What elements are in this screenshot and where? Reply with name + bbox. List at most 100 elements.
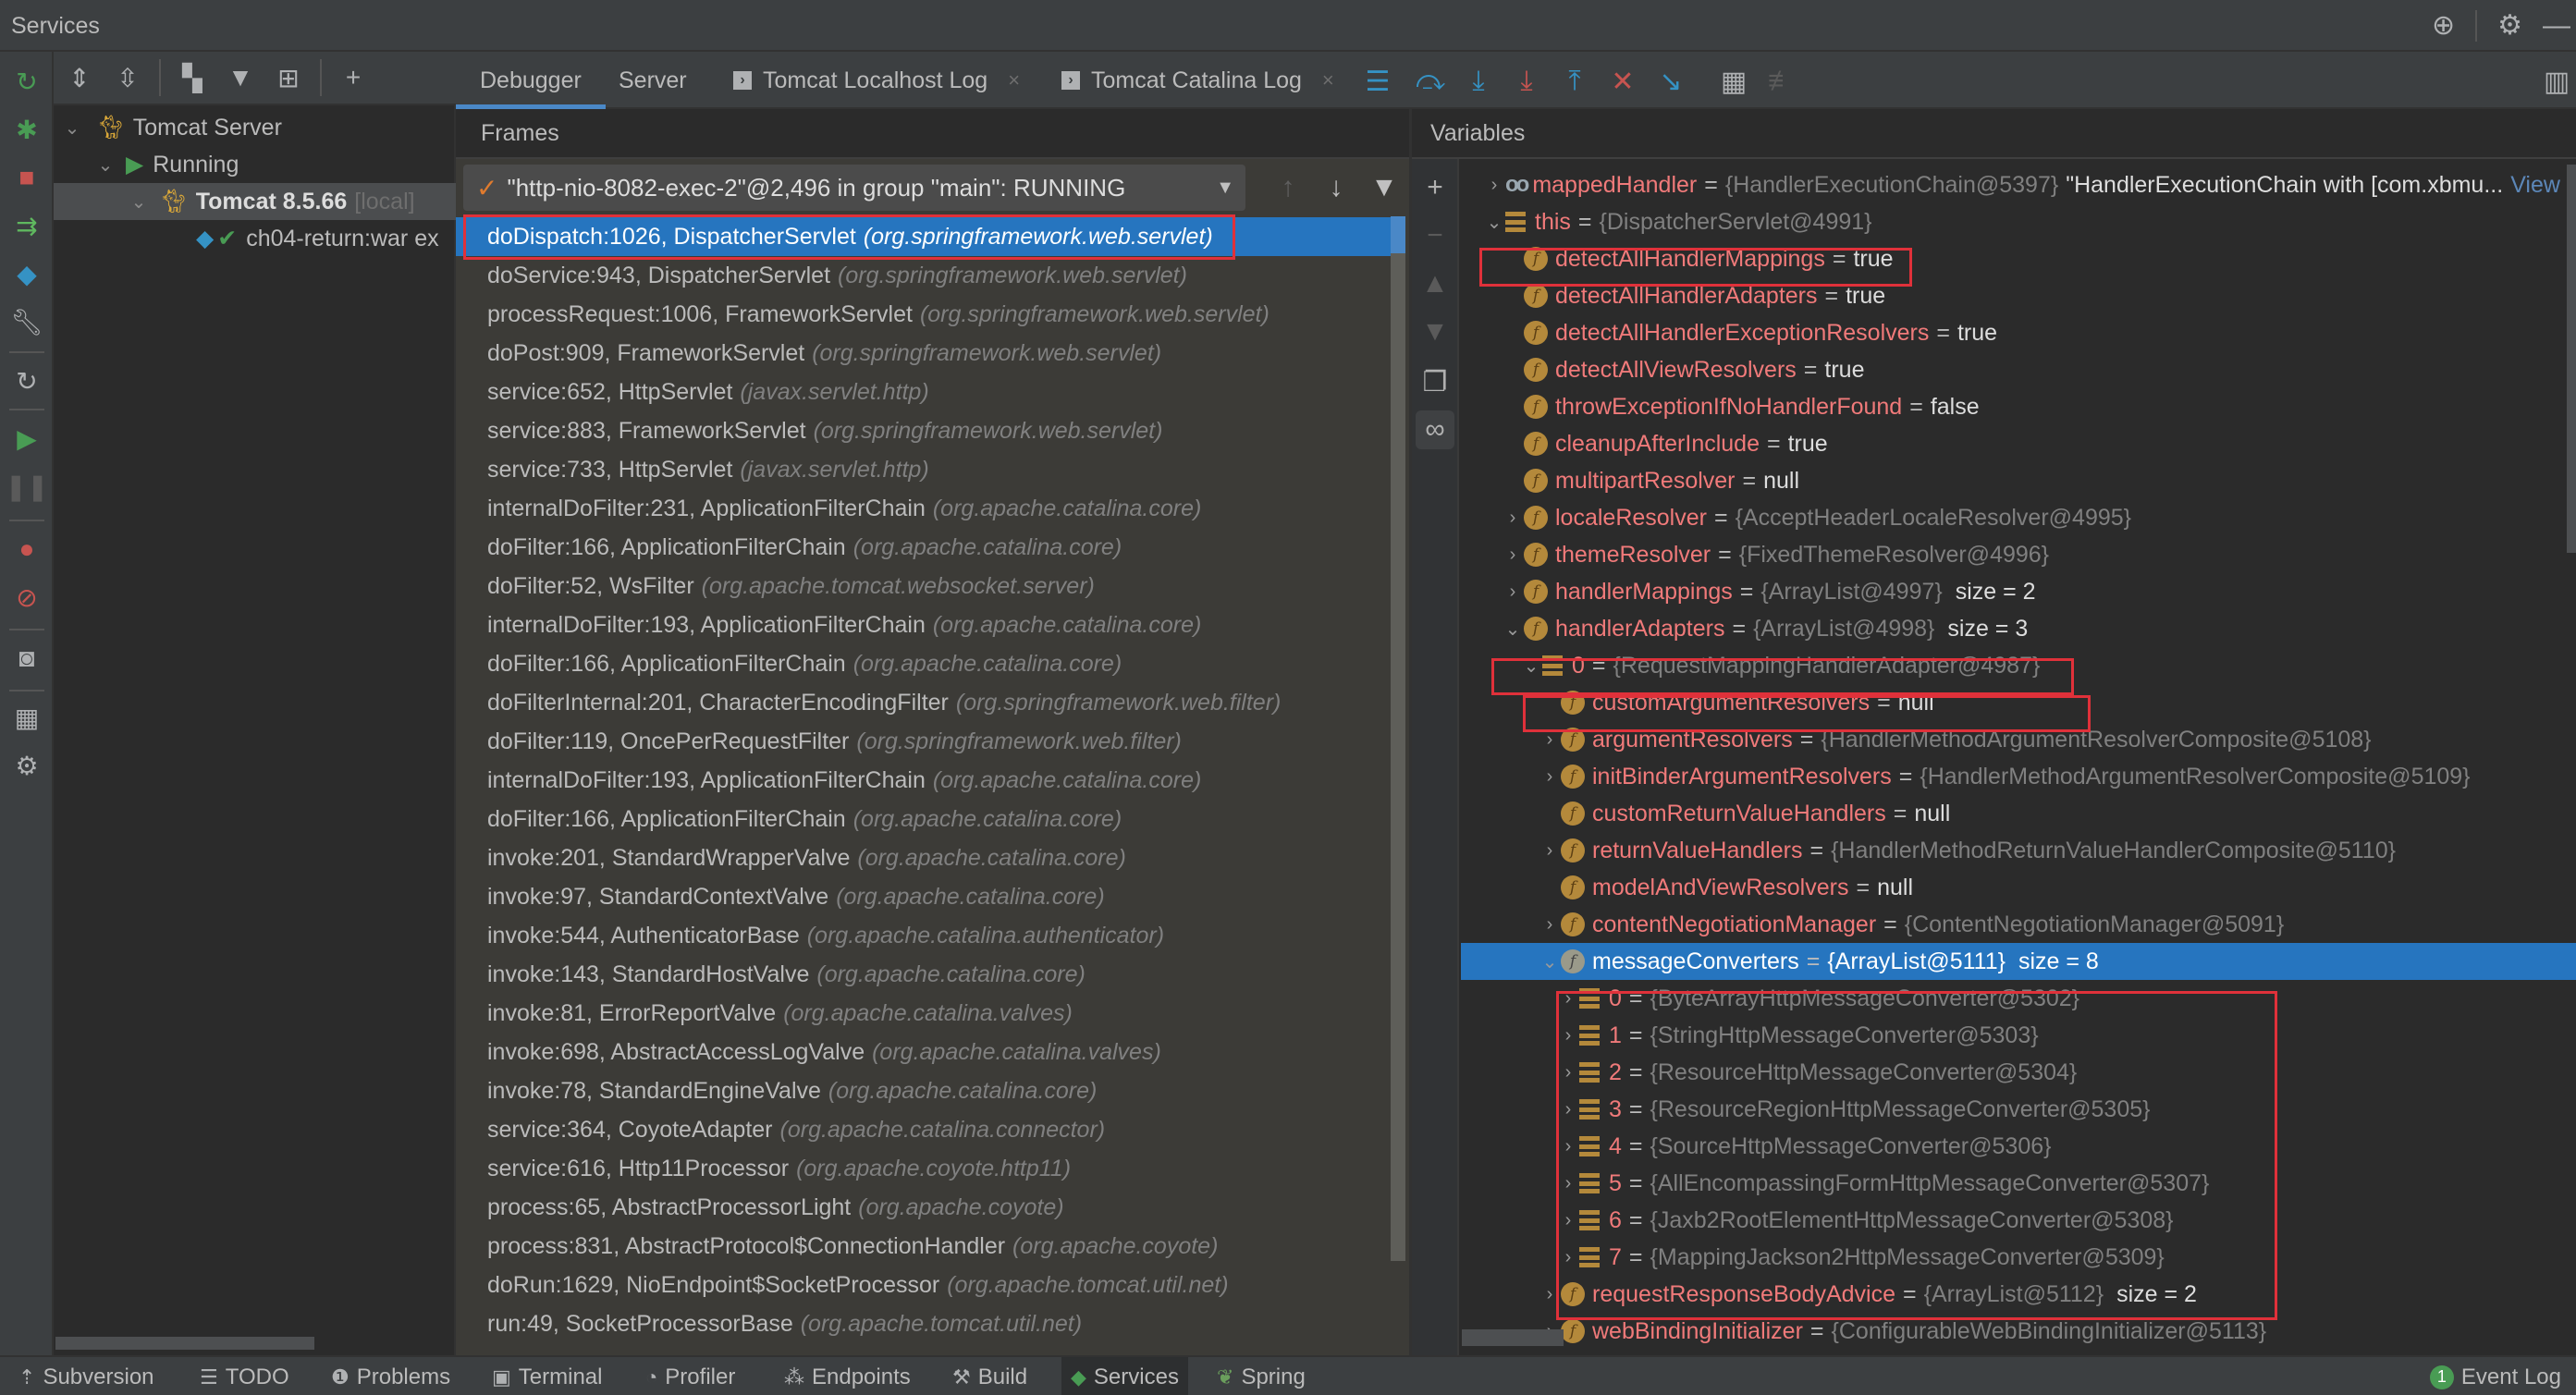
filter-icon[interactable]: ▼: [1366, 166, 1403, 209]
variable-row[interactable]: › oo mappedHandler = {HandlerExecutionChain@…: [1461, 166, 2576, 203]
frame-row[interactable]: service:652, HttpServlet (javax.servlet.h…: [456, 373, 1392, 411]
chevron-down-icon[interactable]: ⌄: [1483, 211, 1505, 234]
chevron-right-icon[interactable]: ›: [1557, 1099, 1579, 1120]
add-watch-icon[interactable]: +: [1416, 168, 1454, 207]
variable-row[interactable]: ›fwebBindingInitializer={ConfigurableWeb…: [1461, 1313, 2576, 1350]
rerun-icon[interactable]: ↻: [7, 63, 46, 100]
previous-frame-icon[interactable]: ↑: [1270, 166, 1306, 209]
chevron-down-icon[interactable]: ⌄: [92, 153, 118, 177]
chevron-down-icon[interactable]: ⌄: [1520, 655, 1542, 678]
close-icon[interactable]: ×: [1322, 68, 1334, 92]
tab-tomcat-catalina-log[interactable]: › Tomcat Catalina Log ×: [1061, 52, 1334, 109]
move-up-icon[interactable]: ▲: [1416, 264, 1454, 303]
new-tab-icon[interactable]: ⊞: [272, 63, 305, 93]
wrench-icon[interactable]: 🔧︎: [7, 303, 46, 340]
frame-row[interactable]: run:49, SocketProcessorBase (org.apache.t…: [456, 1304, 1392, 1343]
tree-node-tomcat-server[interactable]: ⌄ 🐈︎ Tomcat Server: [54, 109, 456, 146]
frame-row[interactable]: doRun:1629, NioEndpoint$SocketProcessor (…: [456, 1266, 1392, 1304]
variable-row[interactable]: f multipartResolver = null: [1461, 462, 2576, 499]
variable-row[interactable]: › f themeResolver = {FixedThemeResolver@4996…: [1461, 536, 2576, 573]
chevron-right-icon[interactable]: ›: [1557, 1062, 1579, 1083]
event-log-button[interactable]: 1 Event Log: [2429, 1357, 2561, 1395]
chevron-right-icon[interactable]: ›: [1557, 1247, 1579, 1268]
tree-node-running[interactable]: ⌄ ▶ Running: [54, 146, 456, 183]
thread-selector[interactable]: ✓ "http-nio-8082-exec-2"@2,496 in group …: [463, 165, 1245, 211]
chevron-right-icon[interactable]: ›: [1557, 1136, 1579, 1157]
tool-problems[interactable]: ❶ Problems: [331, 1357, 450, 1395]
variable-row[interactable]: › f returnValueHandlers = {HandlerMethodRetu…: [1461, 832, 2576, 869]
frame-row[interactable]: invoke:201, StandardWrapperValve (org.apa…: [456, 838, 1392, 877]
show-watches-icon[interactable]: ∞: [1416, 410, 1454, 449]
expand-all-icon[interactable]: ⇕: [63, 63, 96, 93]
step-out-icon[interactable]: ⤒: [1554, 61, 1595, 102]
chevron-right-icon[interactable]: ›: [1557, 1025, 1579, 1046]
chevron-right-icon[interactable]: ›: [1502, 581, 1524, 603]
tool-terminal[interactable]: ▣ Terminal: [492, 1357, 603, 1395]
step-over-icon[interactable]: ⤼: [1410, 61, 1451, 102]
variable-row[interactable]: ⌄ 0 = {RequestMappingHandlerAdapter@4987}: [1461, 647, 2576, 684]
frame-row[interactable]: process:831, AbstractProtocol$Connection…: [456, 1227, 1392, 1266]
debug-icon[interactable]: ✱: [7, 111, 46, 148]
frame-row[interactable]: doFilter:119, OncePerRequestFilter (org.s…: [456, 722, 1392, 761]
evaluate-expression-icon[interactable]: ▦: [1713, 61, 1754, 102]
variable-row[interactable]: ⌄ f handlerAdapters = {ArrayList@4998} size =…: [1461, 610, 2576, 647]
next-frame-icon[interactable]: ↓: [1318, 166, 1355, 209]
stop-icon[interactable]: ■: [7, 159, 46, 196]
variable-row[interactable]: f detectAllHandlerMappings = true: [1461, 240, 2576, 277]
variable-row[interactable]: › 5 = {AllEncompassingFormHttpMessageConver…: [1461, 1165, 2576, 1202]
chevron-right-icon[interactable]: ›: [1539, 1284, 1561, 1305]
tab-server[interactable]: Server: [607, 52, 698, 109]
close-icon[interactable]: ×: [1008, 68, 1020, 92]
chevron-down-icon[interactable]: ⌄: [126, 190, 152, 214]
frame-row[interactable]: invoke:78, StandardEngineValve (org.apach…: [456, 1071, 1392, 1110]
variable-row[interactable]: f detectAllViewResolvers = true: [1461, 351, 2576, 388]
frame-row[interactable]: doPost:909, FrameworkServlet (org.springf…: [456, 334, 1392, 373]
variable-row[interactable]: › 4 = {SourceHttpMessageConverter@5306}: [1461, 1128, 2576, 1165]
variable-row[interactable]: f throwExceptionIfNoHandlerFound = false: [1461, 388, 2576, 425]
scrollbar-thumb[interactable]: [1391, 216, 1405, 253]
chevron-down-icon[interactable]: ⌄: [59, 116, 85, 140]
chevron-right-icon[interactable]: ›: [1502, 545, 1524, 566]
frame-row[interactable]: invoke:544, AuthenticatorBase (org.apache…: [456, 916, 1392, 955]
frame-row[interactable]: service:364, CoyoteAdapter (org.apache.ca…: [456, 1110, 1392, 1149]
refresh-icon[interactable]: ↻: [7, 362, 46, 399]
tool-todo[interactable]: ☰ TODO: [200, 1357, 289, 1395]
frame-row[interactable]: internalDoFilter:193, ApplicationFilterC…: [456, 761, 1392, 800]
variable-row[interactable]: › f argumentResolvers = {HandlerMethodArgume…: [1461, 721, 2576, 758]
mute-breakpoints-icon[interactable]: ⊘: [7, 579, 46, 616]
variable-row[interactable]: ⌄ f messageConverters = {ArrayList@5111} size…: [1461, 943, 2576, 980]
variable-row[interactable]: › 3 = {ResourceRegionHttpMessageConverter@5…: [1461, 1091, 2576, 1128]
crosshair-icon[interactable]: ⊕: [2432, 7, 2455, 44]
tree-node-artifact[interactable]: ◆ ✔ ch04-return:war ex: [54, 220, 456, 257]
services-icon[interactable]: ◆: [7, 255, 46, 292]
variable-row[interactable]: › f contentNegotiationManager = {ContentNego…: [1461, 906, 2576, 943]
chevron-right-icon[interactable]: ›: [1539, 766, 1561, 788]
frame-row[interactable]: doFilter:166, ApplicationFilterChain (org…: [456, 800, 1392, 838]
frame-row[interactable]: invoke:97, StandardContextValve (org.apac…: [456, 877, 1392, 916]
variable-row[interactable]: › f localeResolver = {AcceptHeaderLocaleReso…: [1461, 499, 2576, 536]
remove-watch-icon[interactable]: −: [1416, 216, 1454, 255]
frame-row[interactable]: processRequest:1006, FrameworkServlet (or…: [456, 295, 1392, 334]
settings-icon[interactable]: ⚙: [7, 747, 46, 784]
layout-icon[interactable]: ▦: [7, 699, 46, 736]
chevron-right-icon[interactable]: ›: [1539, 914, 1561, 936]
deploy-icon[interactable]: ⇉: [7, 207, 46, 244]
force-step-into-icon[interactable]: ⤓: [1506, 61, 1547, 102]
frame-row[interactable]: invoke:143, StandardHostValve (org.apache…: [456, 955, 1392, 994]
step-into-icon[interactable]: ⤓: [1458, 61, 1499, 102]
vertical-scrollbar[interactable]: [1391, 216, 1405, 1261]
variable-row[interactable]: › 6 = {Jaxb2RootElementHttpMessageConverter…: [1461, 1202, 2576, 1239]
variable-row[interactable]: ⌄ this = {DispatcherServlet@4991}: [1461, 203, 2576, 240]
tool-services[interactable]: ◆ Services: [1061, 1357, 1188, 1395]
frame-row[interactable]: service:883, FrameworkServlet (org.spring…: [456, 411, 1392, 450]
tool-build[interactable]: ⚒ Build: [952, 1357, 1027, 1395]
chevron-down-icon[interactable]: ⌄: [1539, 950, 1561, 973]
resume-icon[interactable]: ▶: [7, 420, 46, 457]
variable-row[interactable]: f detectAllHandlerAdapters = true: [1461, 277, 2576, 314]
chevron-right-icon[interactable]: ›: [1483, 175, 1505, 196]
frame-row[interactable]: doService:943, DispatcherServlet (org.spr…: [456, 256, 1392, 295]
variable-row[interactable]: › 0 = {ByteArrayHttpMessageConverter@5302}: [1461, 980, 2576, 1017]
horizontal-scrollbar[interactable]: [55, 1337, 314, 1350]
frame-row[interactable]: invoke:698, AbstractAccessLogValve (org.a…: [456, 1033, 1392, 1071]
trace-icon[interactable]: ≢: [1761, 61, 1802, 102]
